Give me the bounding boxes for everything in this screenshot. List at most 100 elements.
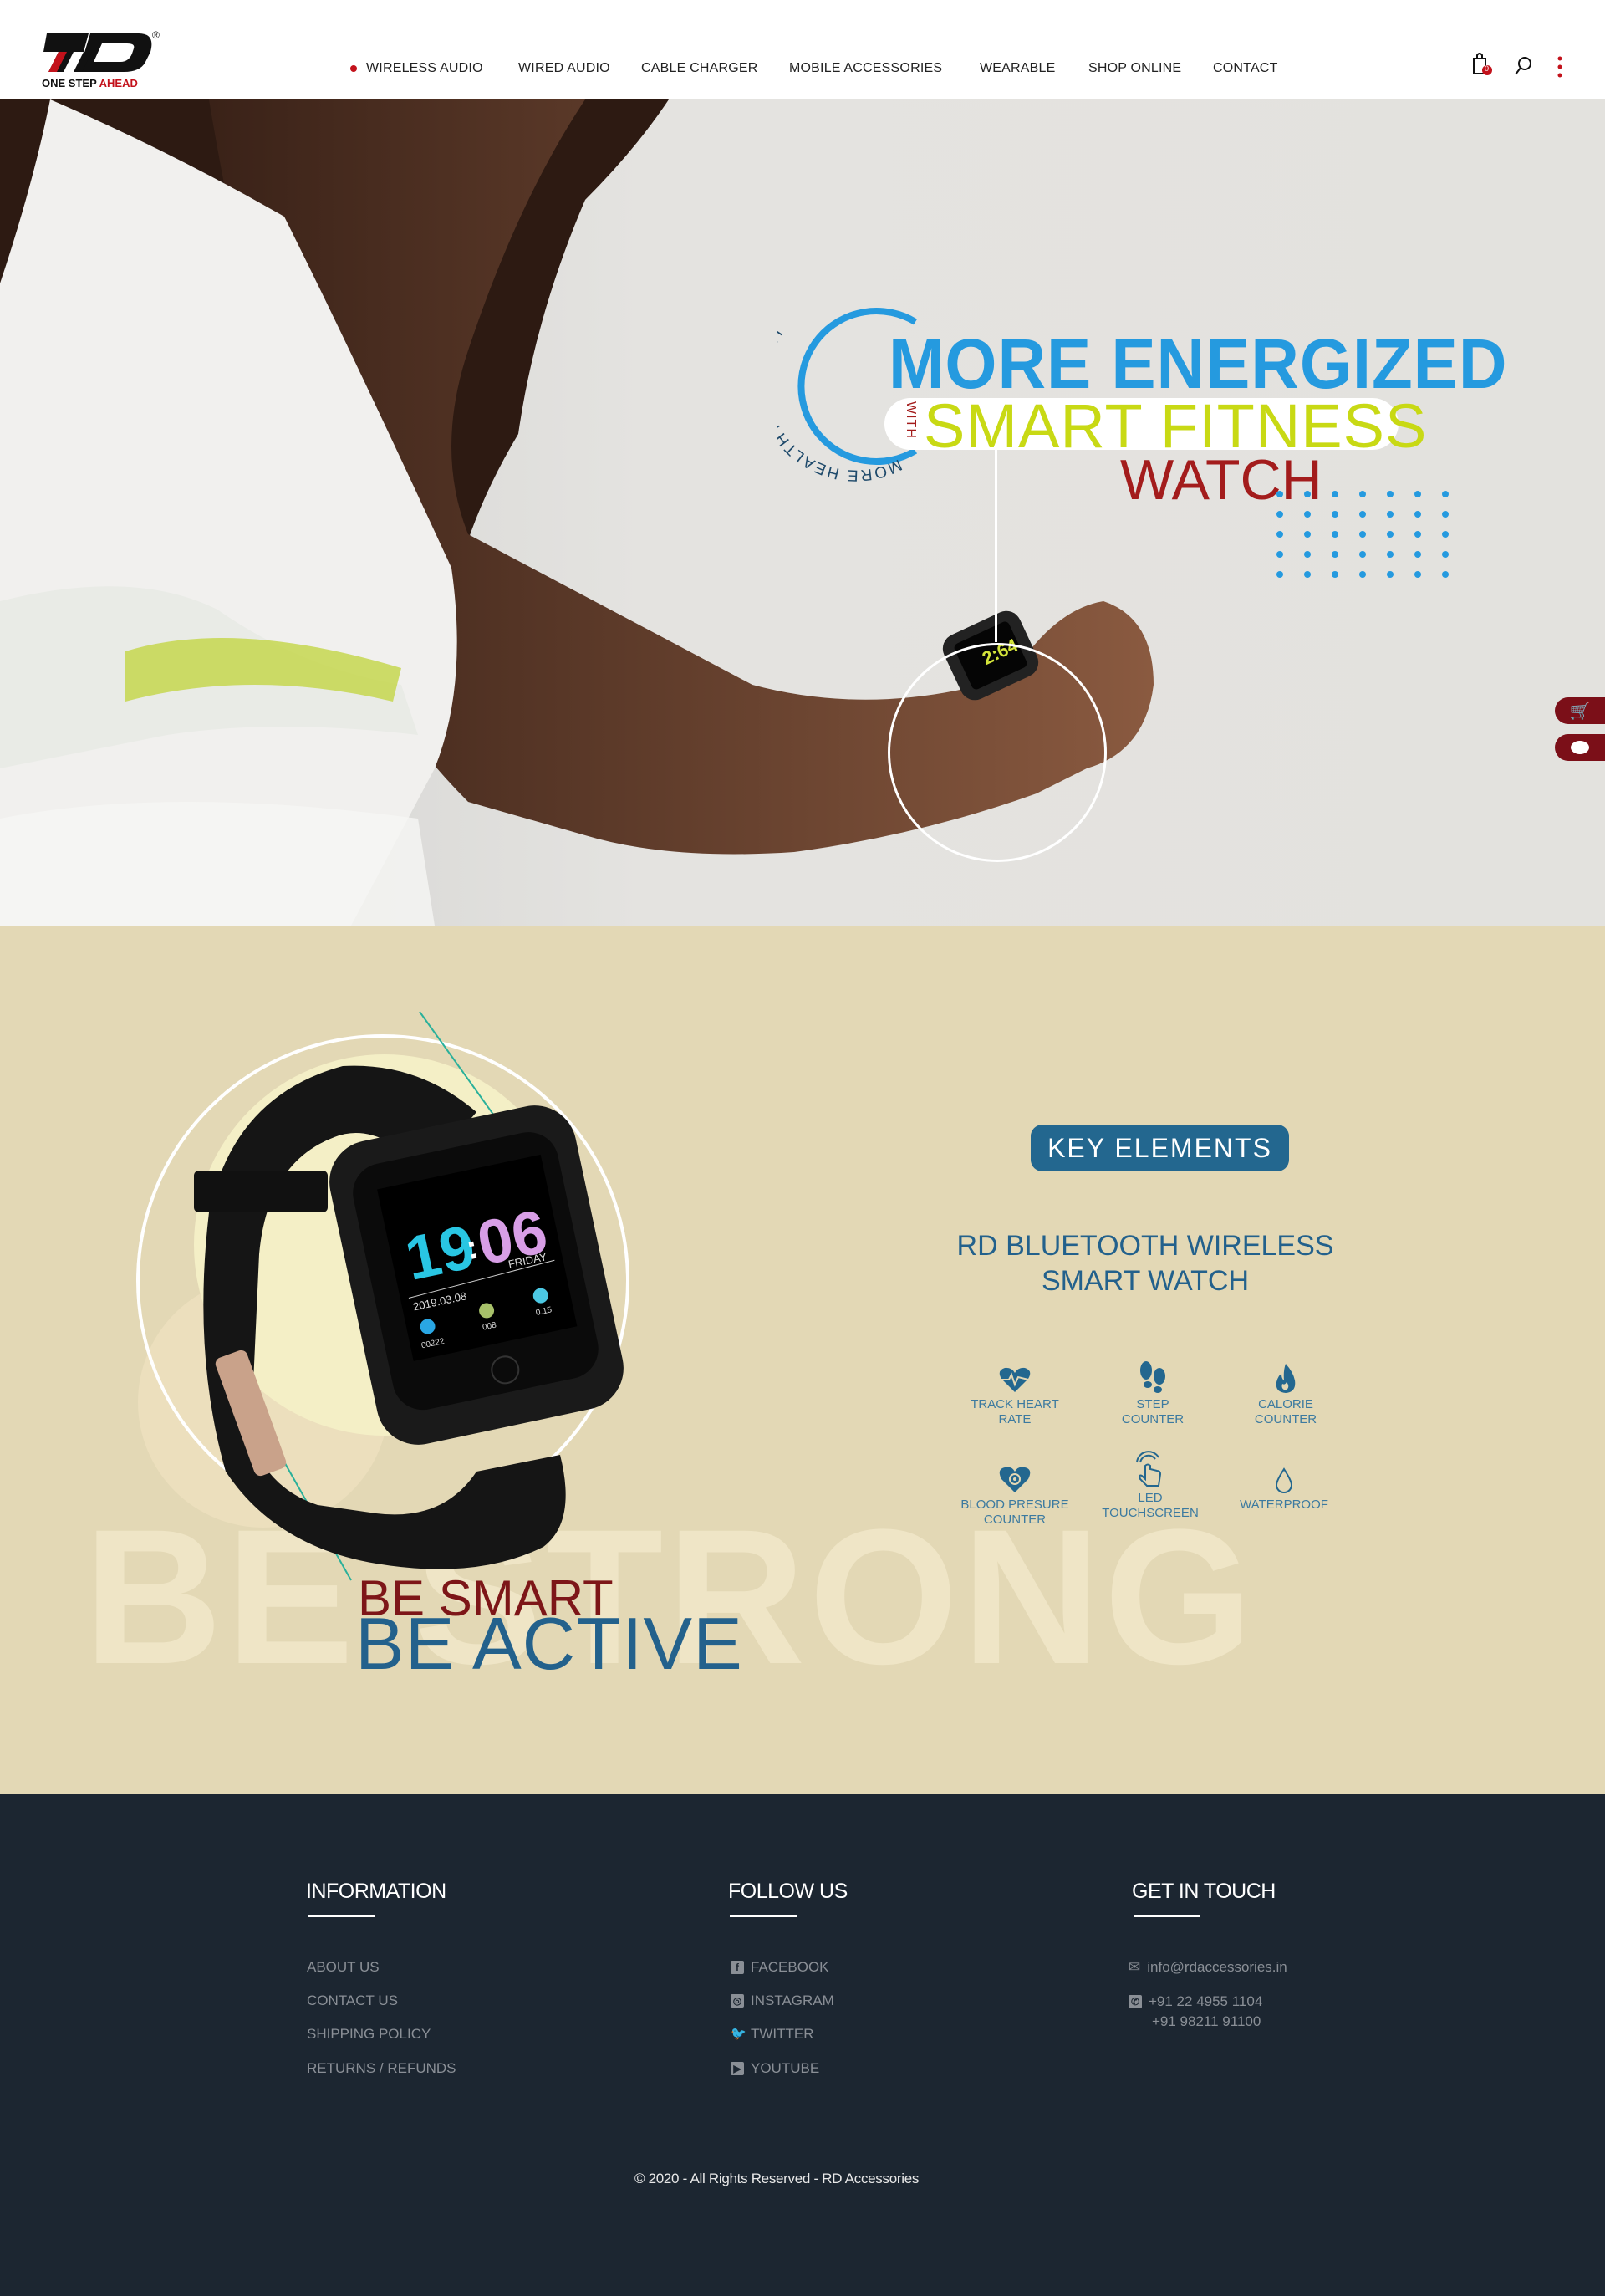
zoom-circle <box>888 643 1107 862</box>
decor-dot <box>1304 571 1311 578</box>
decor-dot <box>1276 511 1283 518</box>
site-footer: INFORMATION FOLLOW US GET IN TOUCH ABOUT… <box>0 1794 1605 2296</box>
feature-section: BE STRONG 19 : 06 2019.03.08 FRIDAY 0022… <box>0 926 1605 1794</box>
decor-dot <box>1442 491 1449 497</box>
be-active-text: BE ACTIVE <box>355 1602 743 1685</box>
water-drop-icon <box>1275 1467 1293 1493</box>
nav-mobile-accessories[interactable]: MOBILE ACCESSORIES <box>789 61 942 76</box>
decor-dot <box>1414 551 1421 558</box>
decor-dot <box>1304 531 1311 538</box>
decor-dot <box>1387 571 1394 578</box>
decor-dot <box>1442 571 1449 578</box>
footer-link-about[interactable]: ABOUT US <box>307 1959 380 1976</box>
chat-icon <box>1571 741 1589 754</box>
product-title: RD BLUETOOTH WIRELESS SMART WATCH <box>956 1230 1334 1297</box>
nav-shop-online[interactable]: SHOP ONLINE <box>1088 61 1181 76</box>
decor-dot <box>1442 511 1449 518</box>
logo-tagline: ONE STEP AHEAD <box>42 77 138 89</box>
search-button[interactable] <box>1513 55 1533 81</box>
footer-link-contact[interactable]: CONTACT US <box>307 1992 398 2009</box>
decor-dot <box>1414 571 1421 578</box>
decor-dot <box>1332 511 1338 518</box>
instagram-icon: ◎ <box>731 1994 744 2008</box>
decor-dot <box>1276 551 1283 558</box>
decor-dot <box>1359 491 1366 497</box>
phone-icon: ✆ <box>1129 1995 1142 2008</box>
cart-count: 0 <box>1485 64 1490 73</box>
copyright: © 2020 - All Rights Reserved - RD Access… <box>634 2171 920 2186</box>
dot-grid <box>1276 491 1449 578</box>
footer-link-twitter[interactable]: 🐦 TWITTER <box>731 2026 814 2043</box>
decor-dot <box>1304 511 1311 518</box>
nav-contact[interactable]: CONTACT <box>1213 61 1278 76</box>
key-elements-badge: KEY ELEMENTS <box>1031 1125 1289 1171</box>
svg-text:®: ® <box>152 29 160 41</box>
decor-dot <box>1276 491 1283 497</box>
decor-dot <box>1332 551 1338 558</box>
footer-heading-contact: GET IN TOUCH <box>1132 1880 1276 1903</box>
hero-banner: 2:64 MORE HEALTHY MORE FIT MORE ENERGIZE… <box>0 99 1605 926</box>
footer-link-youtube[interactable]: ▶ YOUTUBE <box>731 2060 819 2077</box>
decor-dot <box>1304 491 1311 497</box>
youtube-icon: ▶ <box>731 2062 744 2075</box>
feature-calorie-counter: CALORIE COUNTER <box>1202 1360 1369 1427</box>
search-icon <box>1515 57 1531 75</box>
menu-button[interactable] <box>1557 55 1563 83</box>
connector-line <box>995 450 997 642</box>
twitter-icon: 🐦 <box>731 2027 746 2041</box>
footer-link-facebook[interactable]: f FACEBOOK <box>731 1959 829 1976</box>
decor-dot <box>1359 511 1366 518</box>
footer-link-shipping[interactable]: SHIPPING POLICY <box>307 2026 431 2043</box>
feature-waterproof: WATERPROOF <box>1200 1461 1368 1513</box>
footer-phone-2: +91 98211 91100 <box>1152 2013 1261 2029</box>
footer-email[interactable]: ✉ info@rdaccessories.in <box>1129 1959 1287 1976</box>
site-header: ONE STEP AHEAD ® WIRELESS AUDIO WIRED AU… <box>0 0 1605 99</box>
decor-dot <box>1304 551 1311 558</box>
more-vertical-icon <box>1557 56 1562 78</box>
decor-dot <box>1359 571 1366 578</box>
decor-dot <box>1414 531 1421 538</box>
footsteps-icon <box>1140 1361 1165 1393</box>
decor-dot <box>1332 491 1338 497</box>
blood-pressure-icon <box>999 1467 1031 1492</box>
cart-button[interactable]: 0 <box>1471 52 1495 81</box>
nav-wireless-audio[interactable]: WIRELESS AUDIO <box>350 61 483 76</box>
footer-link-returns[interactable]: RETURNS / REFUNDS <box>307 2060 456 2077</box>
decor-dot <box>1359 551 1366 558</box>
touch-icon <box>1136 1451 1162 1487</box>
decor-dot <box>1359 531 1366 538</box>
footer-heading-information: INFORMATION <box>306 1880 446 1903</box>
flame-icon <box>1276 1364 1296 1393</box>
heading-underline <box>1134 1915 1200 1917</box>
shopping-bag-icon <box>1473 53 1492 75</box>
heading-underline <box>730 1915 797 1917</box>
smartwatch-image: 19 : 06 2019.03.08 FRIDAY 00222 008 0.15 <box>194 1011 624 1581</box>
side-chat-button[interactable] <box>1555 734 1605 761</box>
active-indicator <box>350 65 357 72</box>
heart-rate-icon <box>999 1367 1031 1392</box>
heading-underline <box>308 1915 374 1917</box>
footer-heading-follow: FOLLOW US <box>728 1880 848 1903</box>
nav-wearable[interactable]: WEARABLE <box>980 61 1056 76</box>
nav-cable-charger[interactable]: CABLE CHARGER <box>641 61 758 76</box>
footer-phone-1: ✆ +91 22 4955 1104 <box>1129 1993 1262 2010</box>
cart-icon: 🛒 <box>1569 702 1591 721</box>
decor-dot <box>1387 511 1394 518</box>
decor-dot <box>1414 511 1421 518</box>
decor-dot <box>1387 531 1394 538</box>
facebook-icon: f <box>731 1961 744 1974</box>
side-cart-button[interactable]: 🛒 <box>1555 697 1605 724</box>
decor-dot <box>1414 491 1421 497</box>
decor-dot <box>1276 571 1283 578</box>
mail-icon: ✉ <box>1129 1959 1141 1975</box>
decor-dot <box>1276 531 1283 538</box>
decor-dot <box>1332 571 1338 578</box>
nav-wired-audio[interactable]: WIRED AUDIO <box>518 61 610 76</box>
footer-link-instagram[interactable]: ◎ INSTAGRAM <box>731 1992 834 2009</box>
decor-dot <box>1442 531 1449 538</box>
decor-dot <box>1387 491 1394 497</box>
hero-with: WITH <box>904 401 918 439</box>
logo[interactable]: ONE STEP AHEAD ® <box>40 28 166 93</box>
decor-dot <box>1442 551 1449 558</box>
decor-dot <box>1387 551 1394 558</box>
